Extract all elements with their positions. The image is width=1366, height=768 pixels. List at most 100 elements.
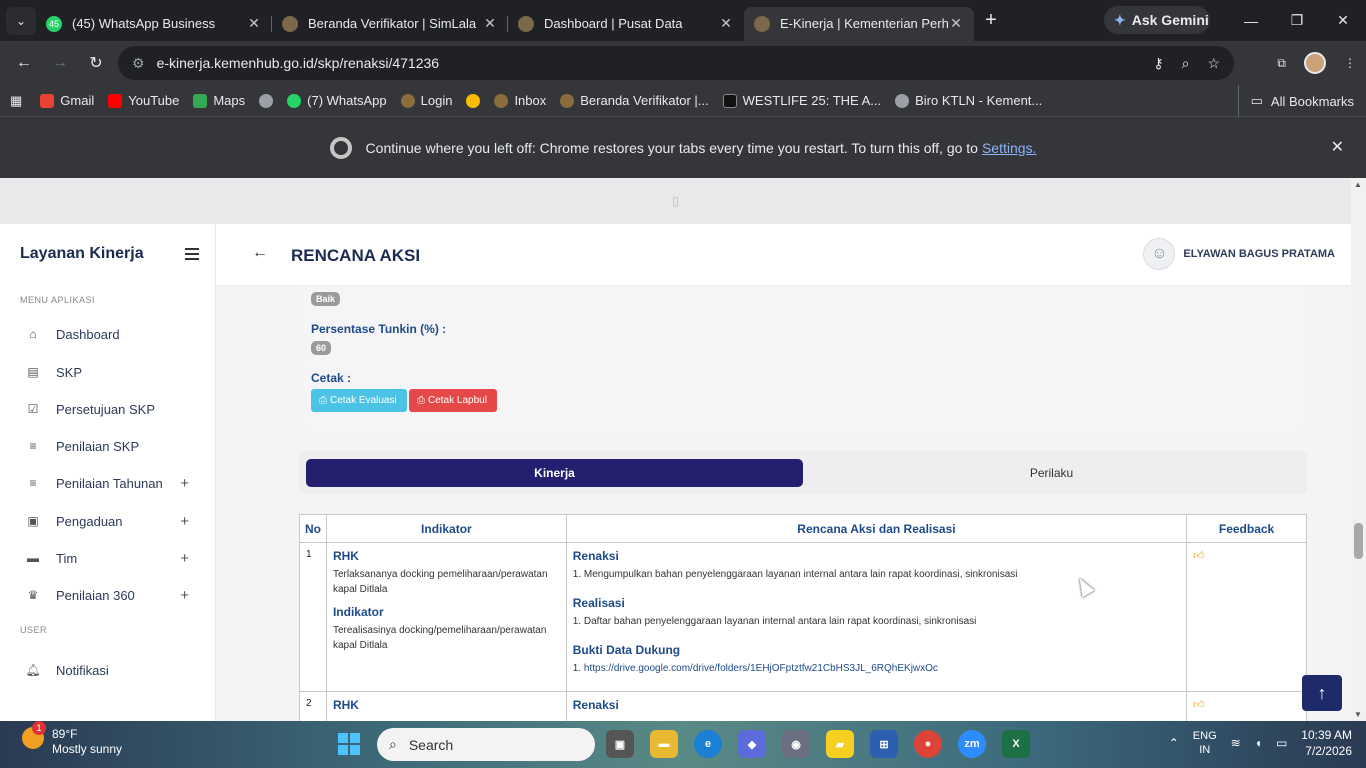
settings-link[interactable]: Settings. — [982, 140, 1036, 156]
indikator-cell: RHK Terlaksananya docking pemeliharaan/p… — [325, 542, 567, 692]
start-button[interactable] — [338, 733, 360, 755]
close-icon[interactable]: ✕ — [948, 15, 964, 32]
weather-widget[interactable]: 1 89°F Mostly sunny — [22, 721, 122, 757]
keyboard-code: IN — [1199, 744, 1211, 756]
taskbar-search[interactable]: ⌕ Search — [377, 728, 595, 761]
bukti-item: 1. https://drive.google.com/drive/folder… — [573, 661, 1180, 676]
new-tab-button[interactable]: + — [974, 9, 1008, 32]
clock[interactable]: 10:39 AM 7/2/2026 — [1301, 727, 1352, 759]
forward-button[interactable]: → — [42, 54, 78, 72]
tab-ekinerja[interactable]: E-Kinerja | Kementerian Perhub ✕ — [744, 6, 974, 41]
sidebar-item-label: SKP — [56, 364, 83, 380]
excel-icon[interactable]: X — [1002, 730, 1030, 758]
tab-title: (45) WhatsApp Business — [72, 16, 216, 31]
close-window-button[interactable]: ✕ — [1320, 0, 1366, 41]
bookmark-login[interactable]: Login — [400, 93, 452, 108]
zoom-icon[interactable]: zm — [958, 730, 986, 758]
minimize-button[interactable]: — — [1228, 0, 1274, 41]
close-icon[interactable]: ✕ — [246, 15, 262, 32]
sidebar-item-penilaian-360[interactable]: ♛ Penilaian 360 + — [0, 580, 215, 610]
thumbs-up-icon[interactable]: 👍︎ — [1193, 550, 1205, 562]
page-scrollbar[interactable]: ▲ ▼ — [1351, 178, 1366, 721]
close-icon[interactable]: ✕ — [718, 15, 734, 32]
extensions-icon[interactable]: ⧉ — [1277, 56, 1286, 71]
bookmark-gmail[interactable]: Gmail — [40, 93, 94, 108]
sidebar-item-pengaduan[interactable]: ▣ Pengaduan + — [0, 506, 215, 536]
site-info-icon[interactable]: ⚙ — [132, 55, 145, 72]
language-indicator[interactable]: ENG IN — [1193, 729, 1217, 757]
restore-banner: Continue where you left off: Chrome rest… — [0, 117, 1366, 178]
volume-icon[interactable]: ◖ — [1255, 736, 1262, 750]
bookmark-label: Beranda Verifikator |... — [580, 93, 709, 108]
sidebar-item-label: Notifikasi — [56, 662, 109, 678]
cetak-evaluasi-button[interactable]: ⎙ Cetak Evaluasi — [311, 389, 407, 412]
chevron-up-icon[interactable]: ⌃ — [1169, 736, 1179, 750]
tab-simlala[interactable]: Beranda Verifikator | SimLala ✕ — [272, 7, 508, 41]
key-icon[interactable]: ⚷ — [1153, 55, 1163, 72]
file-explorer-icon[interactable]: ▬ — [650, 730, 678, 758]
bookmark-globe[interactable] — [259, 93, 274, 108]
sidebar-item-persetujuan-skp[interactable]: ☑ Persetujuan SKP — [0, 394, 215, 424]
sidebar-item-dashboard[interactable]: ⌂ Dashboard — [0, 319, 215, 349]
app-icon[interactable]: ◆ — [738, 730, 766, 758]
list-icon: ≡ — [29, 476, 37, 490]
address-bar[interactable]: ⚙ e-kinerja.kemenhub.go.id/skp/renaksi/4… — [118, 46, 1234, 80]
all-bookmarks[interactable]: ▭ All Bookmarks — [1237, 85, 1354, 117]
close-icon[interactable]: ✕ — [482, 15, 498, 32]
bookmark-photos[interactable] — [466, 93, 481, 108]
bukti-link[interactable]: https://drive.google.com/drive/folders/1… — [584, 663, 938, 674]
clock-time: 10:39 AM — [1301, 728, 1352, 742]
back-arrow-icon[interactable]: ← — [252, 244, 268, 262]
task-view-icon[interactable]: ▣ — [606, 730, 634, 758]
cetak-lapbul-button[interactable]: ⎙ Cetak Lapbul — [409, 389, 497, 412]
bookmark-whatsapp[interactable]: (7) WhatsApp — [287, 93, 387, 108]
tab-whatsapp[interactable]: 45 (45) WhatsApp Business ✕ — [36, 7, 272, 41]
edge-icon[interactable]: e — [694, 730, 722, 758]
sticky-notes-icon[interactable]: ▰ — [826, 730, 854, 758]
back-button[interactable]: ← — [6, 54, 42, 72]
ask-gemini-button[interactable]: ✦ Ask Gemini — [1104, 6, 1210, 34]
windows-taskbar: 1 89°F Mostly sunny ⌕ Search ▣ ▬ e ◆ ◉ ▰… — [0, 721, 1366, 768]
chrome-icon[interactable]: ● — [914, 730, 942, 758]
renaksi-label: Renaksi — [572, 698, 619, 712]
scroll-up-arrow[interactable]: ▲ — [1354, 180, 1362, 189]
tab-perilaku[interactable]: Perilaku — [803, 459, 1300, 487]
menu-icon[interactable]: ⋮ — [1344, 56, 1356, 70]
scrollbar-thumb[interactable] — [1354, 523, 1363, 559]
reload-button[interactable]: ↻ — [78, 53, 114, 73]
sidebar-item-tim[interactable]: ▬ Tim + — [0, 543, 215, 573]
tab-search-button[interactable]: ⌄ — [6, 6, 36, 35]
user-menu[interactable]: ☺ ELYAWAN BAGUS PRATAMA — [1143, 238, 1335, 270]
bookmark-inbox[interactable]: Inbox — [494, 93, 546, 108]
battery-icon[interactable]: ▭ — [1276, 736, 1287, 750]
tab-pusat-data[interactable]: Dashboard | Pusat Data ✕ — [508, 7, 744, 41]
tag-icon: ▬ — [27, 551, 39, 565]
bookmark-biro[interactable]: Biro KTLN - Kement... — [895, 93, 1042, 108]
camera-icon[interactable]: ◉ — [782, 730, 810, 758]
bookmark-youtube[interactable]: YouTube — [108, 93, 179, 108]
close-icon[interactable]: ✕ — [1331, 137, 1344, 157]
indikator-text: Terealisasinya docking/pemeliharaan/pera… — [332, 625, 547, 651]
sidebar-item-penilaian-tahunan[interactable]: ≡ Penilaian Tahunan + — [0, 468, 215, 498]
profile-avatar[interactable] — [1304, 52, 1326, 74]
apps-icon[interactable]: ▦ — [10, 93, 22, 109]
bookmark-westlife[interactable]: WESTLIFE 25: THE A... — [722, 93, 881, 108]
thumbs-up-icon[interactable]: 👍︎ — [1193, 699, 1205, 711]
tab-kinerja[interactable]: Kinerja — [306, 459, 803, 487]
bookmark-maps[interactable]: Maps — [193, 93, 245, 108]
scroll-to-top-button[interactable]: ↑ — [1302, 675, 1342, 711]
scroll-down-arrow[interactable]: ▼ — [1354, 710, 1362, 719]
restore-button[interactable]: ❐ — [1274, 0, 1320, 41]
bookmark-beranda[interactable]: Beranda Verifikator |... — [560, 93, 709, 108]
sidebar-item-notifikasi[interactable]: 🔔︎ Notifikasi — [0, 655, 215, 685]
sidebar-item-penilaian-skp[interactable]: ≡ Penilaian SKP — [0, 431, 215, 461]
remote-desktop-icon[interactable]: ⊞ — [870, 730, 898, 758]
wifi-icon[interactable]: ≋ — [1231, 736, 1241, 750]
zoom-icon[interactable]: ⌕ — [1182, 55, 1190, 72]
hamburger-icon[interactable] — [185, 248, 199, 263]
sidebar-item-skp[interactable]: ▤ SKP — [0, 357, 215, 387]
pinwheel-icon — [466, 93, 481, 108]
star-icon[interactable]: ☆ — [1207, 55, 1220, 72]
avatar: ☺ — [1143, 238, 1176, 270]
tunkin-badge: 60 — [311, 341, 332, 355]
